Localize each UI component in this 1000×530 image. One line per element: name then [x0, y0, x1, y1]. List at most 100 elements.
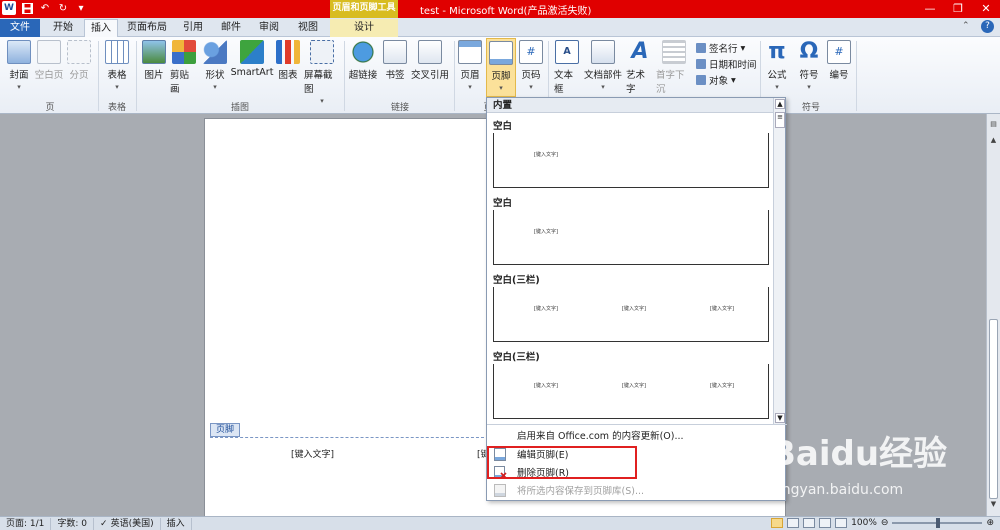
- tab-view[interactable]: 视图: [290, 19, 326, 37]
- cover-page-button[interactable]: 封面 ▾: [6, 40, 32, 91]
- hyperlink-button[interactable]: 超链接: [348, 40, 378, 81]
- outline-view-icon[interactable]: [819, 518, 832, 528]
- footer-button[interactable]: 页脚 ▾: [486, 38, 516, 97]
- group-links-label: 链接: [390, 103, 409, 113]
- zoom-level[interactable]: 100%: [851, 518, 877, 528]
- scroll-up-icon[interactable]: ▲: [988, 136, 999, 146]
- zoom-in-icon[interactable]: ⊕: [986, 518, 994, 528]
- equation-button[interactable]: π 公式 ▾: [766, 40, 788, 92]
- scroll-thumb[interactable]: [989, 319, 998, 499]
- help-icon[interactable]: ?: [981, 20, 994, 33]
- bookmark-button[interactable]: 书签: [383, 40, 407, 81]
- dropcap-icon: [662, 40, 686, 64]
- object-label: 对象: [709, 76, 729, 87]
- footer-icon: [489, 41, 513, 65]
- customize-qat-icon[interactable]: ▾: [74, 1, 88, 15]
- page-break-button[interactable]: 分页: [67, 40, 91, 81]
- header-icon: [458, 40, 482, 64]
- close-button[interactable]: ✕: [972, 0, 1000, 18]
- chart-button[interactable]: 图表: [276, 40, 300, 81]
- tab-file[interactable]: 文件: [0, 19, 40, 37]
- gallery-item-blank-1[interactable]: [键入文字]: [493, 133, 769, 188]
- quick-access-toolbar: W ↶ ↻ ▾: [2, 1, 88, 15]
- tab-review[interactable]: 审阅: [252, 19, 286, 37]
- update-content-menu-item[interactable]: 启用来自 Office.com 的内容更新(O)...: [487, 426, 787, 444]
- footer-label: 页脚: [491, 71, 511, 82]
- print-layout-view-icon[interactable]: [771, 518, 784, 528]
- wordart-button[interactable]: A 艺术字▾: [626, 40, 654, 106]
- smartart-button[interactable]: SmartArt: [230, 40, 274, 78]
- crossref-button[interactable]: 交叉引用: [410, 40, 450, 81]
- textbox-button[interactable]: A 文本框▾: [554, 40, 580, 105]
- web-layout-view-icon[interactable]: [803, 518, 816, 528]
- minimize-ribbon-icon[interactable]: ⌃: [962, 21, 974, 33]
- gallery-item-label: 空白: [493, 198, 513, 209]
- calendar-icon: [696, 59, 706, 69]
- tab-page-layout[interactable]: 页面布局: [122, 19, 172, 37]
- table-button[interactable]: 表格 ▾: [104, 40, 130, 91]
- draft-view-icon[interactable]: [835, 518, 848, 528]
- number-button[interactable]: # 编号: [827, 40, 851, 81]
- status-language[interactable]: ✓ 英语(美国): [94, 517, 161, 530]
- save-icon[interactable]: [20, 1, 34, 15]
- gallery-item-blank-2[interactable]: [键入文字]: [493, 210, 769, 265]
- blank-page-button[interactable]: 空白页: [34, 40, 64, 81]
- footer-placeholder-left[interactable]: [键入文字]: [291, 447, 334, 460]
- ruler-toggle-icon[interactable]: ▤: [988, 120, 999, 130]
- word-app-icon[interactable]: W: [2, 1, 16, 15]
- separator: [344, 41, 345, 111]
- quick-parts-button[interactable]: 文档部件 ▾: [584, 40, 622, 91]
- gallery-item-three-col-1[interactable]: [键入文字] [键入文字] [键入文字]: [493, 287, 769, 342]
- undo-icon[interactable]: ↶: [38, 1, 52, 15]
- screenshot-icon: [310, 40, 334, 64]
- screenshot-button[interactable]: 屏幕截图 ▾: [304, 40, 340, 105]
- separator: [98, 41, 99, 111]
- save-to-gallery-icon: [491, 483, 509, 497]
- tab-design[interactable]: 设计: [330, 19, 398, 37]
- tab-home[interactable]: 开始: [44, 19, 82, 37]
- group-tables-label: 表格: [107, 103, 126, 113]
- zoom-slider[interactable]: [892, 518, 983, 528]
- gallery-scroll-up-icon[interactable]: ▲: [775, 99, 785, 109]
- restore-button[interactable]: ❐: [944, 0, 972, 18]
- screenshot-label: 屏幕截图: [304, 70, 333, 95]
- status-page[interactable]: 页面: 1/1: [0, 517, 52, 530]
- object-icon: [696, 75, 706, 85]
- bookmark-label: 书签: [385, 70, 405, 81]
- gallery-item-three-col-2[interactable]: [键入文字] [键入文字] [键入文字]: [493, 364, 769, 419]
- dropcap-button[interactable]: 首字下沉▾: [656, 40, 692, 105]
- page-number-button[interactable]: # 页码 ▾: [519, 40, 543, 91]
- status-bar: 页面: 1/1 字数: 0 ✓ 英语(美国) 插入 100% ⊖ ⊕: [0, 516, 1000, 530]
- preview-placeholder: [键入文字]: [534, 152, 558, 158]
- number-label: 编号: [829, 70, 849, 81]
- tab-insert[interactable]: 插入: [84, 19, 118, 37]
- datetime-button[interactable]: 日期和时间: [696, 57, 757, 71]
- gallery-scroll-thumb[interactable]: ≡: [775, 112, 785, 128]
- header-button[interactable]: 页眉 ▾: [458, 40, 482, 91]
- footer-gallery-dropdown: 内置 ▲ ≡ ▼ 空白 [键入文字] 空白 [键入文字] 空白(三栏) [键入文…: [486, 97, 787, 501]
- status-words[interactable]: 字数: 0: [51, 517, 95, 530]
- save-to-gallery-menu-item[interactable]: 将所选内容保存到页脚库(S)...: [487, 481, 787, 499]
- tab-references[interactable]: 引用: [176, 19, 210, 37]
- status-mode[interactable]: 插入: [161, 517, 192, 530]
- update-content-label: 启用来自 Office.com 的内容更新(O)...: [517, 431, 684, 442]
- tab-mailings[interactable]: 邮件: [214, 19, 248, 37]
- clipart-button[interactable]: 剪贴画: [170, 40, 198, 95]
- table-label: 表格: [107, 70, 127, 81]
- bookmark-icon: [383, 40, 407, 64]
- smartart-label: SmartArt: [230, 67, 274, 78]
- full-screen-view-icon[interactable]: [787, 518, 800, 528]
- shapes-button[interactable]: 形状 ▾: [203, 40, 227, 91]
- dropcap-label: 首字下沉: [656, 70, 685, 95]
- picture-button[interactable]: 图片: [142, 40, 166, 81]
- object-button[interactable]: 对象 ▾: [696, 73, 736, 87]
- symbol-button[interactable]: Ω 符号 ▾: [798, 40, 820, 92]
- zoom-slider-thumb[interactable]: [936, 518, 941, 528]
- redo-icon[interactable]: ↻: [56, 1, 70, 15]
- minimize-button[interactable]: —: [916, 0, 944, 18]
- gallery-scrollbar[interactable]: ▲ ≡ ▼: [773, 98, 785, 424]
- zoom-out-icon[interactable]: ⊖: [881, 518, 889, 528]
- group-pages-label: 页: [45, 103, 55, 113]
- signature-line-button[interactable]: 签名行 ▾: [696, 41, 745, 55]
- blank-icon: [491, 428, 509, 442]
